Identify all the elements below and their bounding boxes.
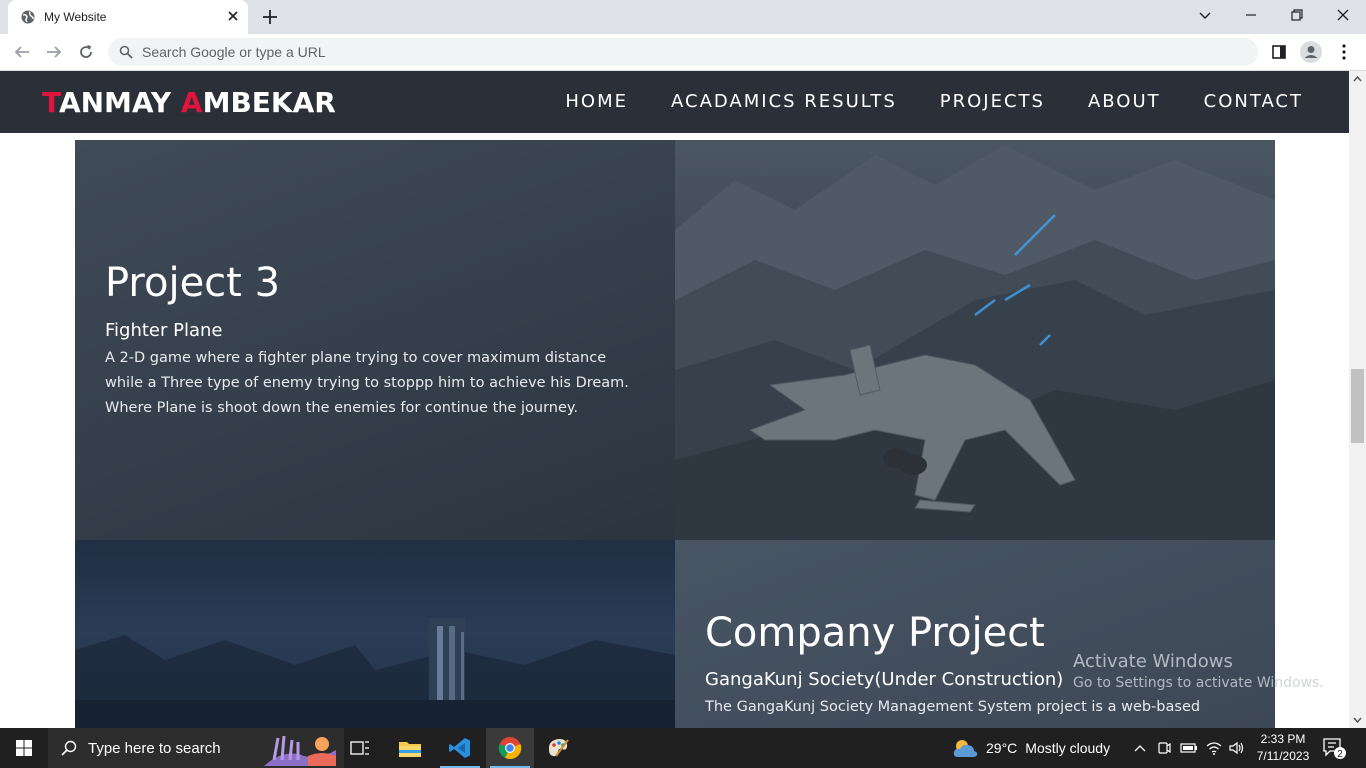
scroll-down-icon[interactable] [1353,715,1362,724]
nav-about[interactable]: ABOUT [1088,91,1161,112]
page-viewport: TANMAY AMBEKAR HOME ACADAMICS RESULTS PR… [0,71,1366,728]
project-image-city [75,540,675,728]
omnibox-input[interactable] [142,42,1042,62]
windows-logo-icon [16,740,32,756]
project-title: Company Project [705,610,1045,656]
reload-icon[interactable] [75,41,97,63]
chevron-up-icon[interactable] [1130,728,1150,768]
wifi-icon[interactable] [1204,728,1224,768]
project-card-text: Company Project GangaKunj Society(Under … [675,540,1275,728]
notification-count: 2 [1337,749,1343,760]
vscode-icon[interactable] [436,728,484,768]
browser-toolbar [0,34,1366,71]
watermark-line-1: Activate Windows [1073,651,1233,672]
close-tab-icon[interactable] [225,8,241,24]
profile-avatar-icon[interactable] [1300,41,1322,63]
taskbar-search-placeholder: Type here to search [88,740,221,757]
clock-time: 2:33 PM [1260,732,1306,746]
nav-academics-results[interactable]: ACADAMICS RESULTS [671,91,897,112]
back-icon[interactable] [11,41,33,63]
fighter-plane-image [675,145,1275,540]
browser-tab-strip: My Website [0,0,1366,34]
new-tab-icon[interactable] [261,8,279,26]
project-description: The GangaKunj Society Management System … [705,699,1201,715]
page-scrollbar[interactable] [1349,71,1366,728]
activate-windows-watermark: Activate Windows Go to Settings to activ… [1073,651,1324,691]
search-icon [61,740,77,756]
minimize-icon[interactable] [1228,0,1274,30]
weather-description: Mostly cloudy [1025,740,1111,756]
project-description: A 2-D game where a fighter plane trying … [105,350,629,416]
weather-temperature: 29°C [986,740,1018,756]
logo-last-name: MBEKAR [202,86,336,119]
site-logo[interactable]: TANMAY AMBEKAR [42,86,336,119]
battery-icon[interactable] [1178,728,1200,768]
volume-icon[interactable] [1227,728,1247,768]
close-window-icon[interactable] [1320,0,1366,30]
menu-kebab-icon[interactable] [1333,41,1355,63]
taskbar-search-box[interactable]: Type here to search [48,728,344,768]
city-tower-image [75,618,675,728]
logo-initial-first: T [42,86,59,119]
scroll-up-icon[interactable] [1353,75,1362,84]
chrome-icon[interactable] [486,728,534,768]
task-view-icon[interactable] [336,728,384,768]
site-nav-links: HOME ACADAMICS RESULTS PROJECTS ABOUT CO… [565,91,1303,112]
forward-icon[interactable] [43,41,65,63]
side-panel-icon[interactable] [1268,41,1290,63]
tab-title: My Website [44,10,107,24]
windows-taskbar: Type here to search 29°C Mostly cloudy 2… [0,728,1366,768]
project-subtitle: Fighter Plane [105,320,223,341]
logo-first-name: ANMAY [58,86,181,119]
search-highlight-illustration [264,735,336,766]
logo-initial-last: A [180,86,203,119]
scrollbar-thumb[interactable] [1351,369,1364,443]
globe-icon [21,10,35,24]
project-title: Project 3 [105,260,281,306]
tab-search-icon[interactable] [1182,0,1228,30]
project-card-text: Project 3 Fighter Plane A 2-D game where… [75,140,675,540]
search-icon [119,45,133,59]
watermark-line-2: Go to Settings to activate Windows. [1073,675,1324,691]
meet-now-icon[interactable] [1154,728,1174,768]
file-explorer-icon[interactable] [386,728,434,768]
nav-contact[interactable]: CONTACT [1204,91,1303,112]
cloudy-weather-icon [953,740,978,757]
restore-icon[interactable] [1274,0,1320,30]
clock-date: 7/11/2023 [1256,749,1310,763]
start-button[interactable] [0,728,48,768]
notification-center-icon[interactable]: 2 [1322,736,1346,760]
taskbar-clock[interactable]: 2:33 PM 7/11/2023 [1250,731,1316,765]
omnibox[interactable] [108,38,1258,66]
site-navbar: TANMAY AMBEKAR HOME ACADAMICS RESULTS PR… [0,71,1349,133]
weather-widget[interactable]: 29°C Mostly cloudy [952,728,1110,768]
nav-home[interactable]: HOME [565,91,628,112]
project-subtitle: GangaKunj Society(Under Construction) [705,669,1064,690]
paint-icon[interactable] [534,728,582,768]
browser-tab[interactable]: My Website [8,0,248,34]
nav-projects[interactable]: PROJECTS [940,91,1045,112]
project-image-fighter-plane [675,140,1275,540]
